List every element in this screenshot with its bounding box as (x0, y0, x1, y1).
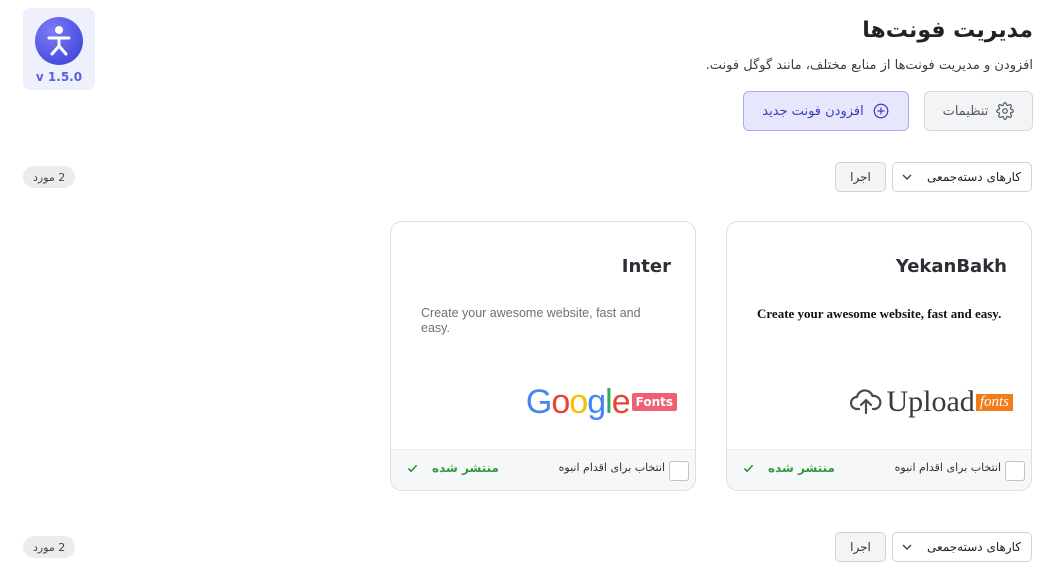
settings-button[interactable]: تنظیمات (924, 91, 1033, 131)
gear-icon (996, 102, 1015, 120)
status-label: منتشر شده (432, 461, 499, 475)
upload-fonts-logo: Upload fonts (850, 382, 1013, 422)
bulk-select-label: انتخاب برای اقدام انبوه (894, 461, 1001, 474)
card-footer: انتخاب برای اقدام انبوه منتشر شده (727, 449, 1031, 490)
bulk-apply-button[interactable]: اجرا (835, 162, 886, 192)
bulk-actions-select-value: کارهای دسته‌جمعی (927, 170, 1021, 184)
page-title: مدیریت فونت‌ها (862, 18, 1033, 43)
bulk-select-label: انتخاب برای اقدام انبوه (558, 461, 665, 474)
bulk-apply-button[interactable]: اجرا (835, 532, 886, 562)
bulk-actions-select[interactable]: کارهای دسته‌جمعی (892, 162, 1032, 192)
bulk-actions-select[interactable]: کارهای دسته‌جمعی (892, 532, 1032, 562)
add-font-button[interactable]: افزودن فونت جدید (743, 91, 909, 131)
items-count-badge: 2 مورد (23, 536, 76, 558)
font-preview-text: Create your awesome website, fast and ea… (421, 306, 641, 335)
plus-circle-icon (873, 103, 889, 119)
accessibility-icon (35, 17, 83, 65)
upload-logo-badge: fonts (975, 393, 1013, 411)
version-label: v 1.5.0 (35, 70, 83, 84)
font-card-title: Inter (621, 256, 671, 277)
bulk-actions-select-value: کارهای دسته‌جمعی (927, 540, 1021, 554)
font-card-yekanbakh: YekanBakh Create your awesome website, f… (726, 221, 1032, 491)
bulk-select-checkbox[interactable] (1005, 461, 1025, 481)
google-logo-word: Google (525, 382, 631, 421)
app-logo: v 1.5.0 (23, 8, 95, 90)
font-card-inter: Inter Create your awesome website, fast … (390, 221, 696, 491)
add-font-button-label: افزودن فونت جدید (762, 103, 864, 119)
bulk-select-checkbox[interactable] (669, 461, 689, 481)
font-card-title: YekanBakh (895, 256, 1007, 277)
cloud-upload-icon (850, 389, 882, 415)
settings-button-label: تنظیمات (942, 103, 989, 119)
chevron-down-icon (902, 174, 912, 180)
check-icon (744, 464, 753, 472)
card-footer: انتخاب برای اقدام انبوه منتشر شده (391, 449, 695, 490)
google-logo-badge: Fonts (631, 393, 677, 411)
status-badge: منتشر شده (407, 461, 499, 475)
status-label: منتشر شده (768, 461, 835, 475)
page-subtitle: افزودن و مدیریت فونت‌ها از منابع مختلف، … (705, 58, 1033, 73)
font-preview-text: Create your awesome website, fast and ea… (757, 306, 1002, 321)
items-count-badge: 2 مورد (23, 166, 76, 188)
chevron-down-icon (902, 544, 912, 550)
check-icon (408, 464, 417, 472)
google-fonts-logo: Google Fonts (526, 382, 677, 422)
upload-logo-word: Upload (886, 385, 975, 418)
status-badge: منتشر شده (743, 461, 835, 475)
